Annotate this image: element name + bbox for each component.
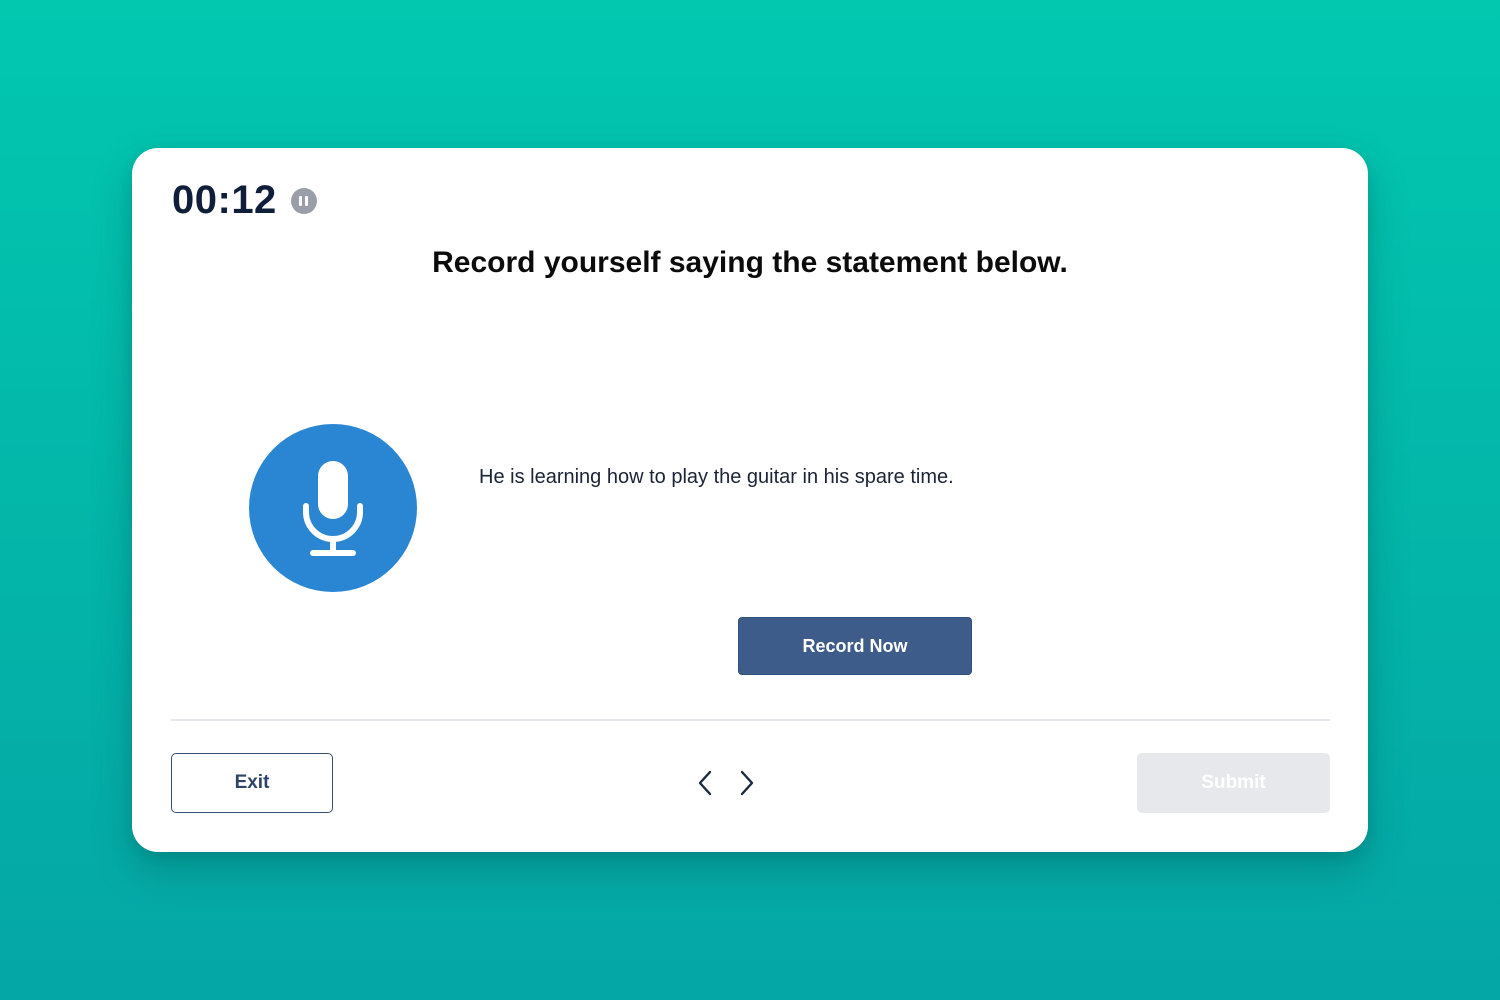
instruction-title: Record yourself saying the statement bel…	[432, 246, 1068, 279]
pause-icon[interactable]	[290, 187, 317, 214]
previous-button[interactable]	[692, 768, 718, 798]
record-now-button[interactable]: Record Now	[738, 617, 972, 675]
chevron-right-icon	[740, 770, 754, 796]
exit-button[interactable]: Exit	[171, 753, 333, 813]
microphone-badge	[249, 424, 417, 592]
pause-bar-right	[305, 195, 309, 206]
pause-bar-left	[299, 195, 303, 206]
exercise-card: 00:12 Record yourself saying the stateme…	[132, 148, 1368, 852]
chevron-left-icon	[698, 770, 712, 796]
microphone-icon	[303, 461, 363, 556]
statement-text: He is learning how to play the guitar in…	[479, 466, 954, 488]
footer-divider	[171, 719, 1330, 721]
question-navigation	[692, 768, 760, 798]
timer-display: 00:12	[172, 178, 277, 222]
next-button[interactable]	[734, 768, 760, 798]
timer-row: 00:12	[172, 178, 317, 223]
submit-button[interactable]: Submit	[1137, 753, 1330, 813]
